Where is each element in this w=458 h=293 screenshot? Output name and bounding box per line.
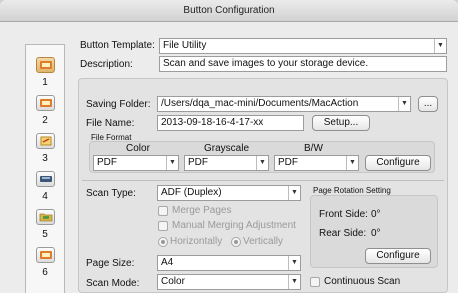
sidebar-item-5[interactable]: 5 [26, 205, 64, 241]
scan-mode-select[interactable]: Color ▼ [157, 274, 301, 290]
front-side-value: 0° [371, 209, 381, 220]
button-sidebar: 1 2 3 4 5 6 [25, 44, 65, 293]
front-side-label: Front Side: [319, 209, 368, 220]
horizontally-radio[interactable] [158, 237, 168, 247]
divider [82, 180, 444, 181]
scan-to-file-icon[interactable] [36, 247, 55, 263]
page-size-value: A4 [161, 257, 174, 268]
scan-to-file-icon[interactable] [36, 57, 55, 73]
page-size-select[interactable]: A4 ▼ [157, 255, 301, 271]
scanner-icon[interactable] [36, 171, 55, 187]
rotation-configure-button[interactable]: Configure [365, 248, 431, 264]
setup-button[interactable]: Setup... [312, 115, 370, 131]
template-value: File Utility [163, 40, 207, 51]
scan-type-label: Scan Type: [86, 188, 136, 199]
sidebar-item-2[interactable]: 2 [26, 91, 64, 127]
scan-to-folder-icon[interactable] [36, 209, 55, 225]
sidebar-item-number: 6 [42, 267, 48, 278]
template-select[interactable]: File Utility ▼ [159, 38, 447, 54]
sidebar-item-6[interactable]: 6 [26, 243, 64, 279]
description-label: Description: [80, 59, 133, 70]
grayscale-format-label: Grayscale [204, 143, 250, 154]
scan-type-select[interactable]: ADF (Duplex) ▼ [157, 185, 301, 201]
chevron-down-icon: ▼ [434, 39, 446, 53]
scan-to-file-icon[interactable] [36, 95, 55, 111]
browse-button[interactable]: ... [418, 96, 438, 112]
continuous-scan-checkbox[interactable] [310, 277, 320, 287]
chevron-down-icon: ▼ [288, 256, 300, 270]
chevron-down-icon: ▼ [166, 156, 178, 170]
bw-format-value: PDF [278, 157, 298, 168]
chevron-down-icon: ▼ [398, 97, 410, 111]
saving-folder-select[interactable]: /Users/dqa_mac-mini/Documents/MacAction … [157, 96, 411, 112]
merge-pages-checkbox[interactable] [158, 206, 168, 216]
continuous-scan-label: Continuous Scan [324, 276, 401, 287]
sidebar-item-number: 4 [42, 191, 48, 202]
sidebar-item-3[interactable]: 3 [26, 129, 64, 165]
file-name-label: File Name: [86, 118, 135, 129]
window-title: Button Configuration [0, 0, 458, 22]
merge-pages-label: Merge Pages [172, 205, 232, 216]
bw-format-label: B/W [304, 143, 323, 154]
grayscale-format-value: PDF [188, 157, 208, 168]
manual-merge-checkbox[interactable] [158, 221, 168, 231]
sidebar-item-number: 3 [42, 153, 48, 164]
vertically-radio[interactable] [231, 237, 241, 247]
sidebar-item-1[interactable]: 1 [26, 53, 64, 89]
horizontally-label: Horizontally [170, 236, 223, 247]
sidebar-item-number: 5 [42, 229, 48, 240]
chevron-down-icon: ▼ [288, 186, 300, 200]
saving-folder-label: Saving Folder: [86, 99, 151, 110]
vertically-label: Vertically [243, 236, 284, 247]
bw-format-select[interactable]: PDF ▼ [274, 155, 359, 171]
sidebar-item-4[interactable]: 4 [26, 167, 64, 203]
format-configure-button[interactable]: Configure [365, 155, 431, 171]
sidebar-item-number: 1 [42, 77, 48, 88]
rear-side-value: 0° [371, 228, 381, 239]
rear-side-label: Rear Side: [319, 228, 367, 239]
scan-to-app-icon[interactable] [36, 133, 55, 149]
chevron-down-icon: ▼ [256, 156, 268, 170]
page-size-label: Page Size: [86, 258, 135, 269]
scan-type-value: ADF (Duplex) [161, 187, 222, 198]
description-field[interactable]: Scan and save images to your storage dev… [159, 56, 447, 72]
manual-merge-label: Manual Merging Adjustment [172, 220, 296, 231]
scan-mode-value: Color [161, 276, 185, 287]
chevron-down-icon: ▼ [346, 156, 358, 170]
grayscale-format-select[interactable]: PDF ▼ [184, 155, 269, 171]
saving-folder-value: /Users/dqa_mac-mini/Documents/MacAction [161, 98, 359, 109]
file-name-field[interactable]: 2013-09-18-16-4-17-xx [157, 115, 304, 131]
button-configuration-window: Button Configuration 1 2 3 4 5 6 Button … [0, 0, 458, 293]
template-label: Button Template: [80, 40, 155, 51]
chevron-down-icon: ▼ [288, 275, 300, 289]
color-format-value: PDF [97, 157, 117, 168]
rotation-group-label: Page Rotation Setting [313, 186, 391, 195]
sidebar-item-number: 2 [42, 115, 48, 126]
color-format-select[interactable]: PDF ▼ [93, 155, 179, 171]
scan-mode-label: Scan Mode: [86, 278, 140, 289]
color-format-label: Color [126, 143, 150, 154]
